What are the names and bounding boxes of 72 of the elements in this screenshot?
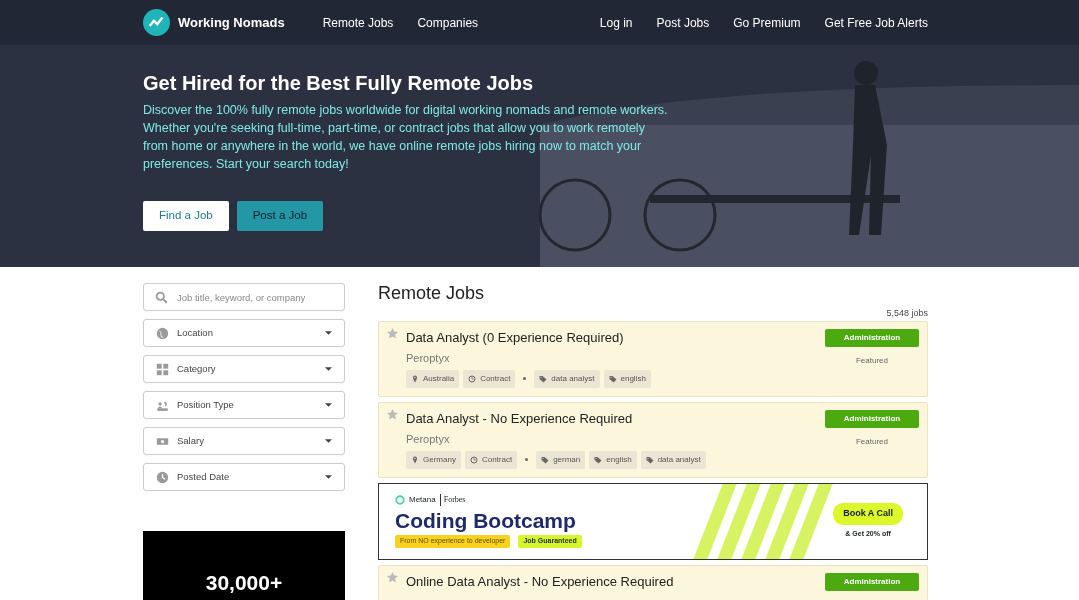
globe-icon	[156, 326, 169, 340]
separator-dot	[525, 458, 529, 462]
category-badge: Administration	[825, 409, 919, 428]
clock-icon	[469, 455, 478, 464]
job-tag[interactable]: Germany	[406, 450, 461, 469]
job-title[interactable]: Data Analyst - No Experience Required	[406, 408, 817, 429]
job-title[interactable]: Online Data Analyst - No Experience Required	[406, 571, 817, 592]
caret-icon	[325, 439, 332, 443]
job-tag[interactable]: Contract	[463, 369, 516, 388]
side-ad-banner[interactable]: 30,000+	[143, 531, 345, 600]
clock-icon	[156, 470, 169, 484]
tag-icon	[594, 455, 603, 464]
ring-logo-icon	[395, 495, 405, 506]
hero-title: Get Hired for the Best Fully Remote Jobs	[143, 71, 535, 95]
nav-link-item[interactable]: Remote Jobs	[322, 13, 394, 32]
filter-dropdown[interactable]: Salary	[143, 427, 345, 455]
caret-icon	[325, 367, 332, 371]
nav-link-item[interactable]: Post Jobs	[656, 13, 710, 32]
separator-dot	[523, 377, 527, 381]
job-tag[interactable]: english	[603, 369, 651, 388]
caret-icon	[325, 331, 332, 335]
ad-headline: Coding Bootcamp	[395, 510, 577, 532]
tag-icon	[645, 455, 654, 464]
post-job-button[interactable]: Post a Job	[236, 201, 324, 231]
job-tag[interactable]: data analyst	[534, 369, 600, 388]
job-card[interactable]: Data Analyst - No Experience Required Peroptyx Germany Contract german english data analyst Administration Featured	[378, 401, 928, 478]
ad-headline: 30,000+	[205, 571, 283, 595]
tag-icon	[539, 374, 548, 383]
company-name: Peroptyx	[406, 432, 451, 448]
job-tag[interactable]: data analyst	[640, 450, 706, 469]
job-tag[interactable]: english	[589, 450, 637, 469]
job-tag[interactable]: Australia	[406, 369, 460, 388]
company-name: Peroptyx	[406, 351, 451, 367]
ad-brand: Metana	[409, 494, 436, 507]
tag-icon	[541, 455, 550, 464]
pin-icon	[411, 374, 419, 383]
star-icon	[387, 571, 398, 583]
filter-dropdown[interactable]: Category	[143, 355, 345, 383]
ad-partner: Forbes	[439, 494, 466, 507]
category-badge: Administration	[825, 328, 919, 347]
job-tag[interactable]: Contract	[464, 450, 518, 469]
nav-link-item[interactable]: Log in	[599, 13, 633, 32]
featured-label: Featured	[856, 435, 888, 448]
filter-dropdown[interactable]: Posted Date	[143, 463, 345, 491]
pin-icon	[411, 455, 419, 464]
featured-label: Featured	[856, 354, 888, 367]
job-tag[interactable]: german	[536, 450, 586, 469]
find-job-button[interactable]: Find a Job	[143, 201, 229, 231]
job-card[interactable]: Data Analyst (0 Experience Required) Peroptyx Australia Contract data analyst english Administration Featured	[378, 320, 928, 397]
search-icon	[155, 291, 168, 304]
star-icon	[387, 408, 398, 420]
page-heading: Remote Jobs	[378, 283, 486, 305]
filter-dropdown[interactable]: Position Type	[143, 391, 345, 419]
filter-dropdown[interactable]: Location	[143, 319, 345, 347]
star-icon	[387, 327, 398, 339]
job-card[interactable]: Online Data Analyst - No Experience Required Administration	[378, 564, 928, 600]
nav-link-item[interactable]: Get Free Job Alerts	[824, 13, 928, 32]
book-call-button[interactable]: Book A Call	[833, 503, 903, 525]
nav-link-item[interactable]: Go Premium	[733, 13, 801, 32]
tag-icon	[608, 374, 617, 383]
category-badge: Administration	[825, 572, 919, 591]
search-field[interactable]: Job title, keyword, or company	[143, 283, 345, 311]
job-title[interactable]: Data Analyst (0 Experience Required)	[406, 327, 817, 348]
brand-name: Working Nomads	[178, 13, 285, 32]
grid-icon	[156, 362, 169, 376]
job-count: 5,548 jobs	[886, 307, 928, 318]
clock-icon	[468, 374, 477, 383]
caret-icon	[325, 475, 332, 479]
hero-description: Discover the 100% fully remote jobs worldwide for digital working nomads and remote workers. Whether you're seeking full-time, part-time, or contract jobs that allow you to work remotely from home or anywhere in the world, we have online remote jobs hiring now to match your preferences. Start your search today!	[143, 102, 669, 173]
logo-icon	[143, 9, 170, 36]
nav-link-item[interactable]: Companies	[417, 13, 479, 32]
caret-icon	[325, 403, 332, 407]
